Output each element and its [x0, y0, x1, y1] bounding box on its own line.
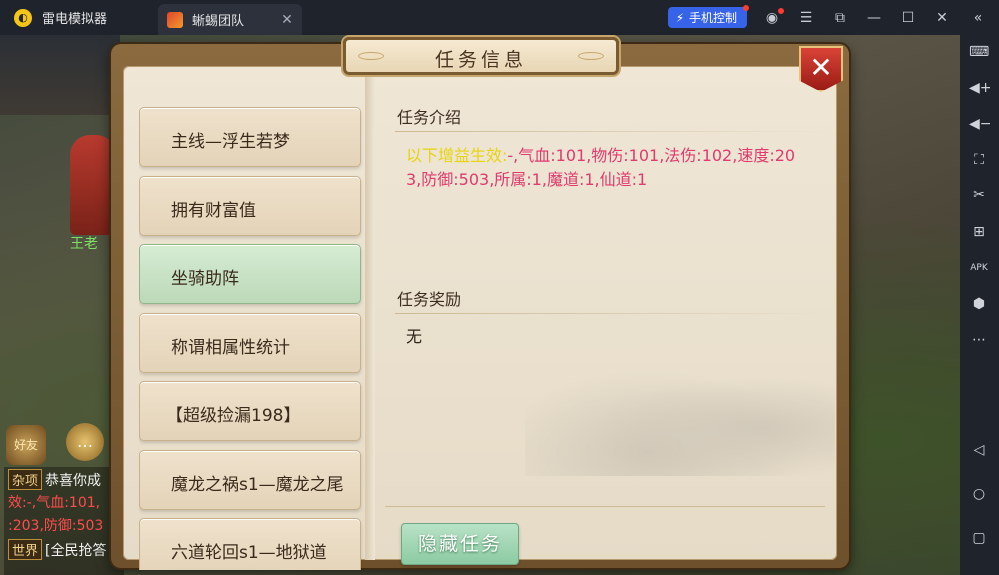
intro-prefix: 以下增益生效: — [406, 146, 508, 165]
chat-channel-tag: 世界 — [8, 539, 43, 560]
reward-divider — [395, 313, 833, 314]
dialog-title: 任务信息 — [434, 49, 527, 71]
phone-control-label: 手机控制 — [689, 11, 738, 25]
recent-apps-icon[interactable]: ▢ — [969, 528, 989, 548]
task-item[interactable]: 称谓相属性统计 — [139, 313, 361, 373]
chat-line: :203,防御:503 — [8, 515, 103, 535]
reward-heading: 任务奖励 — [397, 290, 462, 309]
task-info-dialog: 主线—浮生若梦 拥有财富值 坐骑助阵 称谓相属性统计 【超级捡漏198】 魔龙之… — [111, 37, 849, 570]
landscape-watermark — [525, 356, 835, 476]
panel-divider — [365, 66, 375, 560]
task-item[interactable]: 【超级捡漏198】 — [139, 381, 361, 441]
apk-install-icon[interactable]: APK — [969, 258, 989, 278]
tab-game[interactable]: 蜥蜴团队 ✕ — [158, 4, 302, 35]
intro-divider — [395, 131, 833, 132]
restore-window-icon[interactable]: ⧉ — [830, 8, 850, 28]
minimize-icon[interactable]: — — [864, 8, 884, 28]
volume-down-icon[interactable]: ◀− — [969, 114, 992, 134]
hide-task-button[interactable]: 隐藏任务 — [401, 523, 519, 565]
task-item[interactable]: 主线—浮生若梦 — [139, 107, 361, 167]
scissors-icon[interactable]: ✂ — [969, 185, 989, 205]
task-item[interactable]: 魔龙之祸s1—魔龙之尾 — [139, 450, 361, 510]
tab-title: 蜥蜴团队 — [192, 14, 245, 29]
task-item[interactable]: 六道轮回s1—地狱道 — [139, 518, 361, 570]
home-nav-icon[interactable]: ○ — [969, 484, 989, 504]
back-nav-icon[interactable]: ◁ — [969, 440, 989, 460]
task-label: 六道轮回s1—地狱道 — [171, 543, 327, 563]
maximize-icon[interactable]: ☐ — [898, 8, 918, 28]
task-label: 坐骑助阵 — [171, 269, 239, 289]
chat-text: [全民抢答 — [45, 543, 107, 559]
footer-divider — [385, 506, 825, 507]
task-item-selected[interactable]: 坐骑助阵 — [139, 244, 361, 304]
fullscreen-icon[interactable]: ⛶ — [969, 150, 989, 170]
more-icon[interactable]: ⋯ — [969, 330, 989, 350]
lightning-icon: ⚡ — [675, 10, 685, 25]
chat-line: 世界 [全民抢答 — [8, 539, 106, 560]
keyboard-icon[interactable]: ⌨ — [969, 42, 989, 62]
task-label: 【超级捡漏198】 — [166, 406, 301, 426]
chat-text: 恭喜你成 — [45, 473, 102, 489]
task-label: 主线—浮生若梦 — [171, 132, 290, 152]
collapse-sidebar-icon[interactable]: « — [968, 8, 988, 28]
task-list[interactable]: 主线—浮生若梦 拥有财富值 坐骑助阵 称谓相属性统计 【超级捡漏198】 魔龙之… — [139, 100, 369, 570]
title-plate: 任务信息 — [343, 37, 619, 75]
task-detail: 任务介绍 以下增益生效:-,气血:101,物伤:101,法伤:102,速度:20… — [385, 96, 835, 565]
friend-button[interactable]: 好友 — [6, 425, 46, 465]
chat-text: :203,防御:503 — [8, 518, 104, 534]
close-icon: ✕ — [809, 51, 833, 84]
volume-up-icon[interactable]: ◀+ — [969, 78, 992, 98]
user-notification-dot — [778, 8, 784, 14]
task-label: 魔龙之祸s1—魔龙之尾 — [171, 475, 344, 495]
intro-heading: 任务介绍 — [397, 108, 462, 127]
task-item[interactable]: 拥有财富值 — [139, 176, 361, 236]
task-label: 拥有财富值 — [171, 201, 256, 221]
npc-name-label: 王老 — [70, 236, 98, 252]
chat-line: 效:-,气血:101, — [8, 492, 100, 512]
npc-character[interactable] — [70, 135, 116, 235]
close-window-icon[interactable]: ✕ — [932, 8, 952, 28]
intro-text: 以下增益生效:-,气血:101,物伤:101,法伤:102,速度:203,防御:… — [406, 144, 806, 192]
settings-hex-icon[interactable]: ⬢ — [969, 294, 989, 314]
add-screen-icon[interactable]: ⊞ — [969, 222, 989, 242]
chat-log[interactable]: 杂项 恭喜你成 效:-,气血:101, :203,防御:503 世界 [全民抢答 — [4, 467, 124, 575]
app-name: 雷电模拟器 — [42, 12, 108, 27]
menu-icon[interactable]: ☰ — [796, 8, 816, 28]
task-label: 称谓相属性统计 — [171, 338, 290, 358]
building-roof — [0, 35, 120, 115]
chat-text: 效:-,气血:101, — [8, 495, 101, 511]
dialog-body: 主线—浮生若梦 拥有财富值 坐骑助阵 称谓相属性统计 【超级捡漏198】 魔龙之… — [123, 66, 837, 570]
reward-text: 无 — [406, 327, 423, 346]
chat-channel-tag: 杂项 — [8, 469, 43, 490]
notification-dot — [743, 5, 749, 11]
phone-control-button[interactable]: ⚡ 手机控制 — [668, 7, 747, 28]
tab-close-icon[interactable]: ✕ — [276, 12, 298, 28]
app-logo-icon: ◐ — [14, 8, 32, 27]
chat-line: 杂项 恭喜你成 — [8, 469, 101, 490]
emulator-sidebar: ⌨ ◀+ ◀− ⛶ ✂ ⊞ APK ⬢ ⋯ ◁ ○ ▢ — [960, 35, 999, 575]
chat-bubble-icon[interactable]: … — [66, 423, 104, 461]
game-tab-icon — [167, 11, 183, 28]
emulator-window: ◐ 雷电模拟器 蜥蜴团队 ✕ ⚡ 手机控制 ◉ ☰ ⧉ — ☐ ✕ « ⌨ ◀+… — [0, 0, 999, 575]
